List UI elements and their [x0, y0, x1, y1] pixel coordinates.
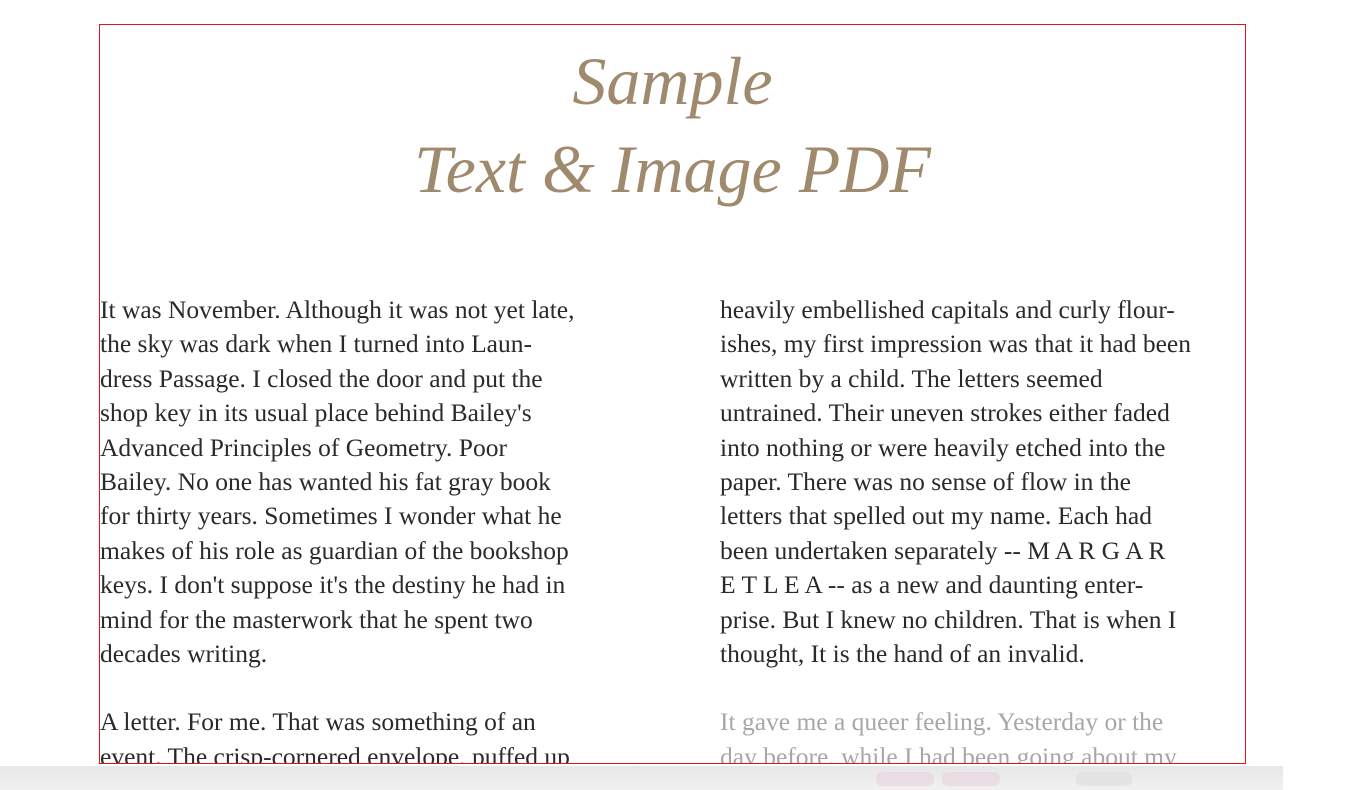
- text-line: Advanced Principles of Geometry. Poor: [100, 432, 507, 462]
- text-line: keys. I don't suppose it's the destiny h…: [100, 570, 566, 600]
- right-paragraph-2: It gave me a queer feeling. Yesterday or…: [720, 705, 1245, 764]
- text-line: event. The crisp-cornered envelope, puff…: [100, 741, 570, 764]
- text-line: the sky was dark when I turned into Laun…: [100, 329, 532, 359]
- pdf-page: Sample Text & Image PDF It was November.…: [99, 24, 1246, 764]
- toolbar-control[interactable]: [1076, 772, 1132, 786]
- left-paragraph-1: It was November. Although it was not yet…: [100, 293, 640, 671]
- text-line: thought, It is the hand of an invalid.: [720, 638, 1085, 668]
- text-line: paper. There was no sense of flow in the: [720, 466, 1131, 496]
- left-column: It was November. Although it was not yet…: [100, 293, 640, 764]
- toolbar-control[interactable]: [876, 772, 934, 786]
- text-line: makes of his role as guardian of the boo…: [100, 535, 569, 565]
- toolbar-control[interactable]: [942, 772, 1000, 786]
- text-line: It was November. Although it was not yet…: [100, 295, 575, 324]
- title-line-1: Sample: [572, 43, 773, 119]
- text-line: for thirty years. Sometimes I wonder wha…: [100, 501, 562, 531]
- text-line: been undertaken separately -- M A R G A …: [720, 535, 1166, 565]
- right-column: heavily embellished capitals and curly f…: [720, 293, 1245, 764]
- text-line: letters that spelled out my name. Each h…: [720, 501, 1152, 531]
- text-line: E T L E A -- as a new and daunting enter…: [720, 570, 1144, 600]
- text-line: prise. But I knew no children. That is w…: [720, 604, 1177, 634]
- text-line: into nothing or were heavily etched into…: [720, 432, 1166, 462]
- text-line: heavily embellished capitals and curly f…: [720, 295, 1175, 324]
- title-line-2: Text & Image PDF: [414, 131, 931, 207]
- text-line: decades writing.: [100, 638, 268, 668]
- text-line: day before, while I had been going about…: [720, 741, 1177, 764]
- text-line: shop key in its usual place behind Baile…: [100, 398, 532, 428]
- right-paragraph-1: heavily embellished capitals and curly f…: [720, 293, 1245, 671]
- bottom-toolbar-strip: [0, 766, 1283, 790]
- text-line: mind for the masterwork that he spent tw…: [100, 604, 533, 634]
- text-line: Bailey. No one has wanted his fat gray b…: [100, 466, 551, 496]
- text-line: It gave me a queer feeling. Yesterday or…: [720, 707, 1164, 737]
- left-paragraph-2: A letter. For me. That was something of …: [100, 705, 640, 764]
- text-line: A letter. For me. That was something of …: [100, 707, 536, 737]
- text-line: dress Passage. I closed the door and put…: [100, 363, 543, 393]
- text-line: ishes, my first impression was that it h…: [720, 329, 1191, 359]
- text-line: written by a child. The letters seemed: [720, 363, 1103, 393]
- document-title: Sample Text & Image PDF: [100, 37, 1245, 213]
- text-line: untrained. Their uneven strokes either f…: [720, 398, 1170, 428]
